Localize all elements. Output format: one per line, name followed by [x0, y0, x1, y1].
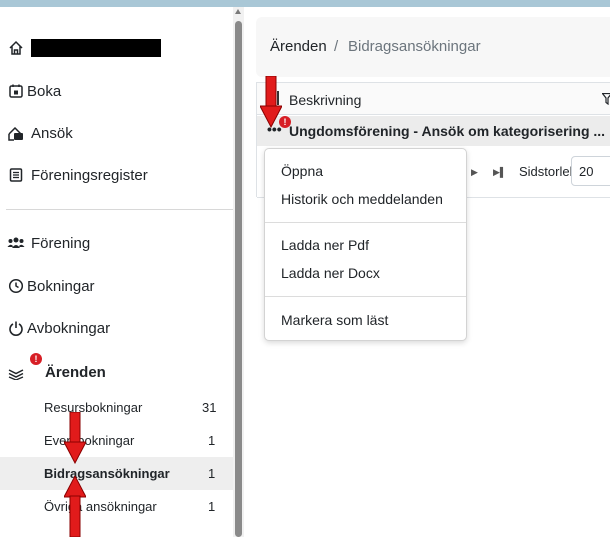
- application-icon: [7, 124, 25, 142]
- sidebar-item-foreningsregister[interactable]: Föreningsregister: [0, 154, 233, 196]
- row-context-menu: Öppna Historik och meddelanden Ladda ner…: [264, 148, 467, 341]
- sidebar-item-label: Bokningar: [27, 277, 95, 295]
- sidebar-subitem-resursbokningar[interactable]: Resursbokningar 31: [0, 391, 233, 424]
- sidebar-subitem-label: Bidragsansökningar: [44, 466, 170, 481]
- last-page-icon[interactable]: ▶▌: [493, 167, 506, 178]
- sidebar-item-avbokningar[interactable]: Avbokningar: [0, 307, 233, 349]
- table-row[interactable]: ••• ! Ungdomsförening - Ansök om kategor…: [257, 116, 610, 146]
- sidebar-item-forening[interactable]: Förening: [0, 222, 233, 264]
- sidebar-section-arenden[interactable]: ! Ärenden: [0, 351, 233, 393]
- column-header-beskrivning[interactable]: Beskrivning: [289, 92, 361, 108]
- sidebar-subitem-count: 31: [202, 400, 217, 415]
- sidebar-scrollbar[interactable]: [233, 7, 244, 537]
- menu-divider: [265, 222, 466, 223]
- power-icon: [7, 319, 25, 337]
- row-description: Ungdomsförening - Ansök om kategoriserin…: [289, 123, 606, 139]
- calendar-icon: [7, 82, 25, 100]
- sidebar-subitem-bidragsansokningar[interactable]: Bidragsansökningar 1: [0, 457, 233, 490]
- sidebar-item-label: Boka: [27, 82, 62, 100]
- sidebar-subitem-count: 1: [208, 499, 216, 514]
- filter-icon[interactable]: [601, 92, 610, 108]
- alert-badge: !: [30, 353, 42, 365]
- menu-item-historik[interactable]: Historik och meddelanden: [281, 191, 443, 207]
- sidebar-subitem-ovriga-ansokningar[interactable]: Övriga ansökningar 1: [0, 490, 233, 523]
- scroll-up-icon[interactable]: [235, 9, 241, 14]
- sidebar-item-label: Föreningsregister: [31, 166, 148, 184]
- top-accent-bar: [0, 0, 610, 7]
- sidebar-divider: [6, 209, 233, 210]
- register-icon: [7, 166, 25, 184]
- sidebar-item-label: Förening: [31, 234, 91, 252]
- breadcrumb-separator: /: [334, 38, 339, 55]
- breadcrumb: Ärenden / Bidragsansökningar: [256, 17, 610, 77]
- clock-icon: [7, 277, 25, 295]
- menu-item-ladda-pdf[interactable]: Ladda ner Pdf: [281, 237, 369, 253]
- breadcrumb-current: Bidragsansökningar: [348, 38, 481, 55]
- red-arrow-up-icon: [64, 476, 86, 537]
- sidebar-subitem-eventbokningar[interactable]: Eventbokningar 1: [0, 424, 233, 457]
- users-icon: [7, 234, 25, 252]
- breadcrumb-link-arenden[interactable]: Ärenden: [270, 38, 327, 55]
- redacted-username: [31, 39, 161, 57]
- sidebar: Boka Ansök Föreningsregister Förening Bo…: [0, 7, 233, 537]
- menu-item-markera-last[interactable]: Markera som läst: [281, 312, 388, 328]
- sidebar-item-label: Ansök: [31, 124, 73, 142]
- sidebar-subitem-count: 1: [208, 433, 216, 448]
- sidebar-subitem-count: 1: [208, 466, 216, 481]
- menu-item-oppna[interactable]: Öppna: [281, 163, 323, 179]
- page-size-select[interactable]: 20: [571, 156, 610, 186]
- sidebar-item-ansok[interactable]: Ansök: [0, 112, 233, 154]
- sidebar-subitem-label: Eventbokningar: [44, 433, 135, 448]
- sidebar-section-label: Ärenden: [45, 363, 106, 381]
- sidebar-item-bokningar[interactable]: Bokningar: [0, 265, 233, 307]
- menu-divider: [265, 296, 466, 297]
- page-size-label: Sidstorlek: [519, 164, 577, 179]
- grid-header: Beskrivning: [257, 83, 610, 115]
- sidebar-subitem-label: Resursbokningar: [44, 400, 143, 415]
- menu-item-ladda-docx[interactable]: Ladda ner Docx: [281, 265, 380, 281]
- next-page-icon[interactable]: ▶: [471, 167, 478, 178]
- scroll-thumb[interactable]: [235, 21, 242, 537]
- stack-icon: [7, 363, 25, 381]
- red-arrow-down-icon: [260, 76, 282, 128]
- red-arrow-down-icon: [64, 412, 86, 464]
- home-icon: [7, 39, 25, 57]
- sidebar-subitem-label: Övriga ansökningar: [44, 499, 157, 514]
- sidebar-item-home[interactable]: [0, 27, 233, 69]
- sidebar-item-label: Avbokningar: [27, 319, 111, 337]
- sidebar-item-boka[interactable]: Boka: [0, 70, 233, 112]
